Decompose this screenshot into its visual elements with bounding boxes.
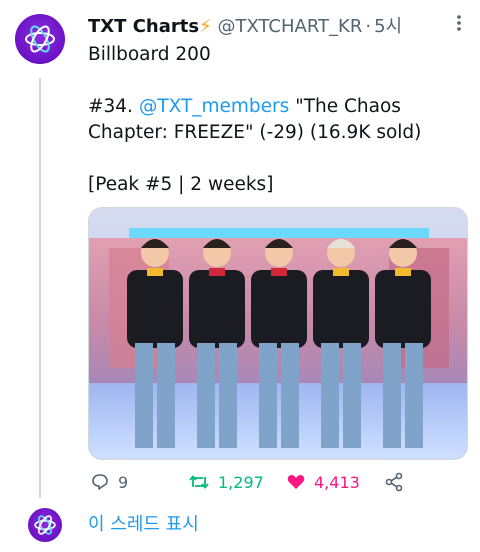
like-count: 4,413 <box>314 472 360 492</box>
thread-connector-line <box>39 78 41 498</box>
retweet-icon <box>189 475 209 489</box>
like-button[interactable]: 4,413 <box>286 468 360 496</box>
share-button[interactable] <box>384 468 404 496</box>
logo-icon <box>34 515 56 535</box>
heart-icon <box>287 475 305 489</box>
separator-dot: · <box>365 16 372 37</box>
reply-icon <box>92 474 108 490</box>
rank-prefix: #34. <box>88 96 139 117</box>
share-icon <box>385 472 403 492</box>
lightning-emoji: ⚡ <box>199 16 212 37</box>
timestamp[interactable]: 5시 <box>374 16 402 37</box>
more-icon <box>457 15 461 31</box>
mention-link[interactable]: @TXT_members <box>139 96 290 117</box>
display-name[interactable]: TXT Charts <box>88 16 199 37</box>
thread-avatar[interactable] <box>28 508 62 542</box>
user-handle[interactable]: @TXTCHART_KR <box>217 16 362 37</box>
tweet-line-billboard: Billboard 200 <box>88 44 211 65</box>
more-options-button[interactable] <box>450 14 468 36</box>
tweet-actions: 9 1,297 4,413 <box>88 468 418 496</box>
tweet-line-rank: #34. @TXT_members "The Chaos Chapter: FR… <box>88 94 473 146</box>
tweet-header: TXT Charts⚡ @TXTCHART_KR · 5시 <box>88 12 468 38</box>
avatar[interactable] <box>15 14 65 64</box>
retweet-button[interactable]: 1,297 <box>188 468 264 496</box>
logo-icon <box>25 25 55 53</box>
tweet-photo[interactable] <box>88 207 468 460</box>
reply-count: 9 <box>118 472 129 492</box>
reply-button[interactable]: 9 <box>90 468 128 496</box>
retweet-count: 1,297 <box>218 472 264 492</box>
show-thread-link[interactable]: 이 스레드 표시 <box>88 510 199 536</box>
tweet-text: Billboard 200 #34. @TXT_members "The Cha… <box>88 42 473 198</box>
tweet-line-peak: [Peak #5 | 2 weeks] <box>88 174 274 195</box>
group-photo-image <box>89 208 467 459</box>
